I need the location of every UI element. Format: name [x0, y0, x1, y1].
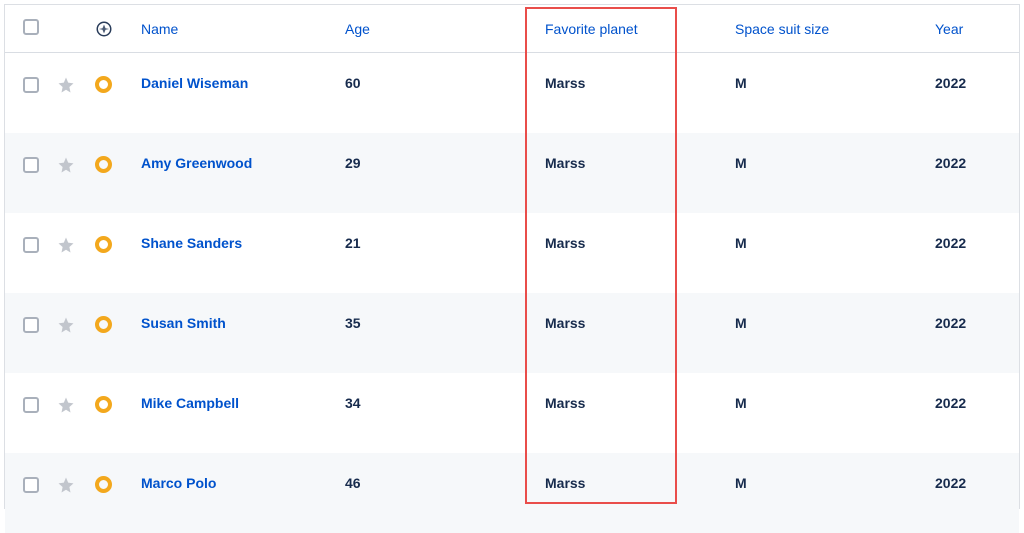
row-name-link[interactable]: Daniel Wiseman [141, 75, 248, 91]
row-space-suit-size: M [725, 133, 925, 213]
row-favorite-planet: Marss [535, 293, 725, 373]
status-ring-icon [95, 76, 112, 93]
row-age: 29 [335, 133, 535, 213]
data-table: Name Age Favorite planet Space suit size… [5, 5, 1019, 533]
row-space-suit-size: M [725, 373, 925, 453]
table-body: Daniel Wiseman60MarssM2022Amy Greenwood2… [5, 53, 1019, 533]
row-age: 46 [335, 453, 535, 533]
star-icon[interactable] [57, 156, 75, 174]
table-row[interactable]: Marco Polo 46MarssM2022 [5, 453, 1019, 533]
row-favorite-planet: Marss [535, 213, 725, 293]
header-name[interactable]: Name [135, 5, 335, 53]
row-space-suit-size: M [725, 53, 925, 133]
header-select-all[interactable] [5, 5, 49, 53]
row-favorite-planet: Marss [535, 53, 725, 133]
table-row[interactable]: Daniel Wiseman 60MarssM2022 [5, 53, 1019, 133]
row-name-link[interactable]: Shane Sanders [141, 235, 242, 251]
star-icon[interactable] [57, 476, 75, 494]
row-name-link[interactable]: Mike Campbell [141, 395, 239, 411]
row-name-link[interactable]: Amy Greenwood [141, 155, 252, 171]
star-icon[interactable] [57, 316, 75, 334]
header-star-col [49, 5, 89, 53]
row-checkbox[interactable] [23, 77, 39, 93]
status-ring-icon [95, 476, 112, 493]
row-age: 34 [335, 373, 535, 453]
compass-icon [95, 20, 113, 38]
row-checkbox[interactable] [23, 397, 39, 413]
row-year: 2022 [925, 453, 1019, 533]
row-favorite-planet: Marss [535, 373, 725, 453]
table-row[interactable]: Mike Campbell 34MarssM2022 [5, 373, 1019, 453]
status-ring-icon [95, 156, 112, 173]
header-age[interactable]: Age [335, 5, 535, 53]
row-name-link[interactable]: Marco Polo [141, 475, 216, 491]
row-favorite-planet: Marss [535, 133, 725, 213]
table-frame: Name Age Favorite planet Space suit size… [4, 4, 1020, 509]
row-name-link[interactable]: Susan Smith [141, 315, 226, 331]
row-checkbox[interactable] [23, 477, 39, 493]
row-space-suit-size: M [725, 453, 925, 533]
row-checkbox[interactable] [23, 237, 39, 253]
header-favorite-planet[interactable]: Favorite planet [535, 5, 725, 53]
row-checkbox[interactable] [23, 317, 39, 333]
header-status-col [89, 5, 135, 53]
star-icon[interactable] [57, 396, 75, 414]
star-icon[interactable] [57, 76, 75, 94]
row-space-suit-size: M [725, 213, 925, 293]
header-year[interactable]: Year [925, 5, 1019, 53]
row-year: 2022 [925, 133, 1019, 213]
row-year: 2022 [925, 293, 1019, 373]
row-favorite-planet: Marss [535, 453, 725, 533]
status-ring-icon [95, 396, 112, 413]
table-row[interactable]: Susan Smith 35MarssM2022 [5, 293, 1019, 373]
select-all-checkbox[interactable] [23, 19, 39, 35]
row-space-suit-size: M [725, 293, 925, 373]
status-ring-icon [95, 236, 112, 253]
row-year: 2022 [925, 53, 1019, 133]
status-ring-icon [95, 316, 112, 333]
row-checkbox[interactable] [23, 157, 39, 173]
table-row[interactable]: Amy Greenwood 29MarssM2022 [5, 133, 1019, 213]
row-age: 60 [335, 53, 535, 133]
star-icon[interactable] [57, 236, 75, 254]
row-year: 2022 [925, 213, 1019, 293]
header-row: Name Age Favorite planet Space suit size… [5, 5, 1019, 53]
header-space-suit-size[interactable]: Space suit size [725, 5, 925, 53]
row-age: 35 [335, 293, 535, 373]
row-age: 21 [335, 213, 535, 293]
table-row[interactable]: Shane Sanders 21MarssM2022 [5, 213, 1019, 293]
row-year: 2022 [925, 373, 1019, 453]
